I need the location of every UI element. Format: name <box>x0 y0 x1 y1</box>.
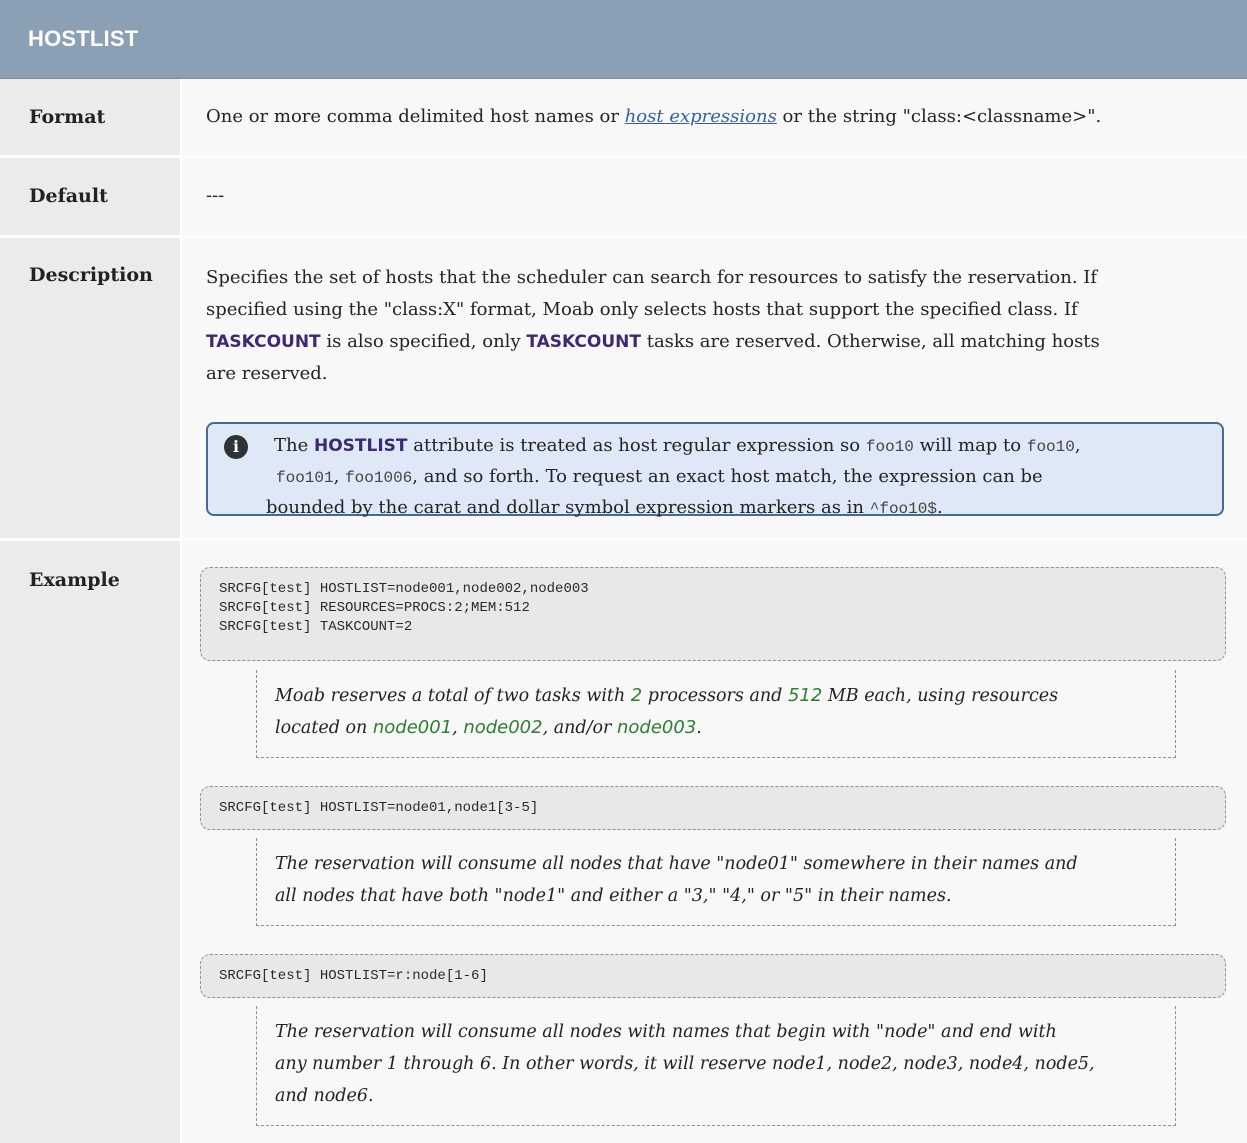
note-fragment: , and so forth. To request an exact host… <box>412 466 1043 487</box>
table-header: HOSTLIST <box>0 0 1247 79</box>
info-note: i The HOSTLIST attribute is treated as h… <box>206 422 1224 518</box>
hostlist-keyword: HOSTLIST <box>313 436 408 456</box>
explanation-fragment: , <box>452 718 464 738</box>
header-title: HOSTLIST <box>28 26 139 51</box>
explanation-fragment: processors and <box>642 686 788 706</box>
note-line: foo101, foo1006, and so forth. To reques… <box>276 462 1224 493</box>
default-label-cell: Default <box>0 158 180 235</box>
note-fragment: The <box>274 435 314 456</box>
explanation-line: all nodes that have both "node1" and eit… <box>275 886 952 906</box>
inline-code: foo10 <box>1026 438 1075 456</box>
note-fragment: will map to <box>913 435 1027 456</box>
highlight-value: 2 <box>630 685 643 706</box>
explanation-fragment: , and/or <box>542 718 617 738</box>
description-text-fragment: tasks are reserved. Otherwise, all match… <box>641 331 1100 352</box>
description-line: TASKCOUNT is also specified, only TASKCO… <box>206 326 1236 358</box>
code-block: SRCFG[test] HOSTLIST=node001,node002,nod… <box>200 567 1226 661</box>
note-line: bounded by the carat and dollar symbol e… <box>266 493 1224 524</box>
description-label: Description <box>29 264 153 286</box>
note-fragment: , <box>333 466 346 487</box>
explanation-fragment: Moab reserves a total of two tasks with <box>275 686 631 706</box>
format-label: Format <box>29 106 106 128</box>
description-label-cell: Description <box>0 238 180 538</box>
highlight-value: 512 <box>787 685 823 706</box>
format-label-cell: Format <box>0 79 180 155</box>
description-line: Specifies the set of hosts that the sche… <box>206 267 1098 288</box>
format-text-before: One or more comma delimited host names o… <box>206 106 625 127</box>
inline-code: foo101 <box>276 469 334 487</box>
format-row: Format One or more comma delimited host … <box>0 79 1247 155</box>
example-explanation: Moab reserves a total of two tasks with … <box>256 670 1176 758</box>
note-fragment: , <box>1074 435 1081 456</box>
explanation-line: Moab reserves a total of two tasks with … <box>275 680 1157 712</box>
info-icon: i <box>224 435 248 459</box>
format-value-cell: One or more comma delimited host names o… <box>182 79 1247 155</box>
inline-code: foo1006 <box>345 469 413 487</box>
highlight-value: node002 <box>463 717 543 738</box>
taskcount-keyword: TASKCOUNT <box>526 332 641 352</box>
note-text: The HOSTLIST attribute is treated as hos… <box>266 431 1224 524</box>
highlight-value: node003 <box>617 717 697 738</box>
example-label-cell: Example <box>0 541 180 1143</box>
explanation-line: any number 1 through 6. In other words, … <box>275 1054 1095 1074</box>
format-text-after: or the string "class:<classname>". <box>776 106 1102 127</box>
default-label: Default <box>29 185 108 207</box>
note-fragment: attribute is treated as host regular exp… <box>407 435 866 456</box>
note-fragment: bounded by the carat and dollar symbol e… <box>266 497 870 518</box>
host-expressions-link[interactable]: host expressions <box>625 106 777 127</box>
description-text-fragment: is also specified, only <box>320 331 527 352</box>
example-explanation: The reservation will consume all nodes w… <box>256 1006 1176 1126</box>
description-line: specified using the "class:X" format, Mo… <box>206 299 1078 320</box>
example-label: Example <box>29 569 120 591</box>
format-value: One or more comma delimited host names o… <box>206 106 1101 127</box>
note-fragment: . <box>936 497 943 518</box>
inline-code: foo10 <box>865 438 914 456</box>
code-block: SRCFG[test] HOSTLIST=node01,node1[3-5] <box>200 786 1226 830</box>
description-line: are reserved. <box>206 363 328 384</box>
inline-code: ^foo10$ <box>869 500 937 518</box>
code-block: SRCFG[test] HOSTLIST=r:node[1-6] <box>200 954 1226 998</box>
explanation-line: The reservation will consume all nodes t… <box>275 854 1078 874</box>
explanation-fragment: MB each, using resources <box>822 686 1059 706</box>
default-value: --- <box>206 185 225 206</box>
default-value-cell: --- <box>182 158 1247 235</box>
taskcount-keyword: TASKCOUNT <box>206 332 321 352</box>
explanation-line: The reservation will consume all nodes w… <box>275 1022 1057 1042</box>
example-explanation: The reservation will consume all nodes t… <box>256 838 1176 926</box>
default-row: Default --- <box>0 158 1247 235</box>
description-text: Specifies the set of hosts that the sche… <box>206 262 1236 390</box>
explanation-line: and node6. <box>275 1086 374 1106</box>
explanation-fragment: . <box>696 718 702 738</box>
explanation-fragment: located on <box>275 718 373 738</box>
highlight-value: node001 <box>372 717 453 738</box>
note-line: The HOSTLIST attribute is treated as hos… <box>274 431 1224 462</box>
explanation-line: located on node001, node002, and/or node… <box>275 712 1157 744</box>
